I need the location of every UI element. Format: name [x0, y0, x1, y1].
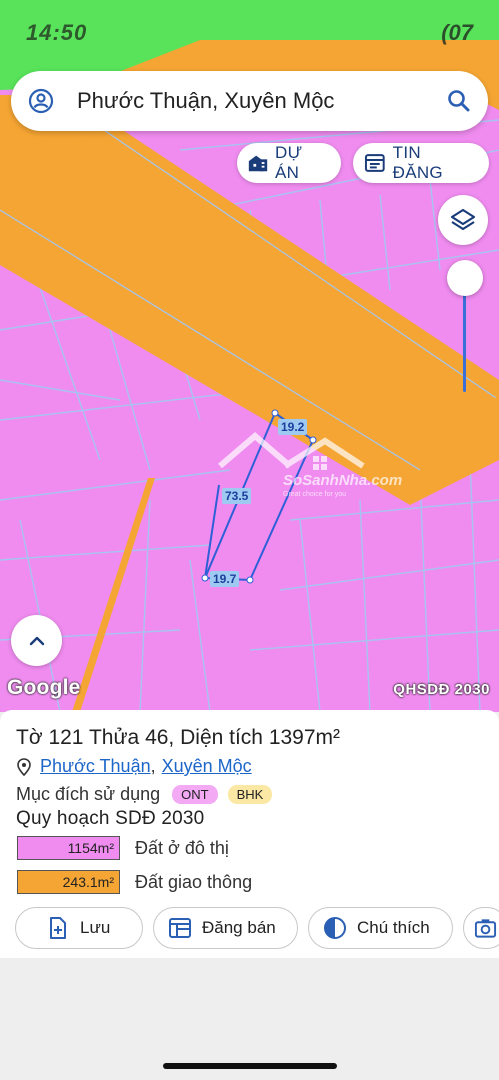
camera-icon	[474, 919, 497, 938]
save-label: Lưu	[80, 918, 111, 937]
plot-number: 46	[145, 726, 169, 749]
status-time: 14:50	[26, 20, 88, 45]
parcel-info-panel: Tờ 121 Thửa 46, Diện tích 1397m² Phước T…	[0, 710, 499, 958]
legend-area-box: 243.1m²	[17, 870, 120, 894]
plot-label: Thửa	[88, 726, 140, 749]
legend-label: Đất ở đô thị	[135, 837, 229, 858]
post-sale-button[interactable]: Đăng bán	[153, 907, 298, 949]
home-indicator[interactable]	[163, 1063, 337, 1069]
listing-chip-label: TIN ĐĂNG	[392, 143, 443, 182]
add-file-icon	[50, 917, 66, 939]
purpose-tag-ont: ONT	[172, 785, 218, 804]
legend-button[interactable]: Chú thích	[308, 907, 453, 949]
chevron-up-icon	[29, 636, 44, 645]
save-button[interactable]: Lưu	[15, 907, 143, 949]
area-value: 1397m²	[268, 726, 341, 749]
area-label: Diện tích	[180, 726, 263, 749]
sheet-label: Tờ	[16, 726, 43, 749]
opacity-slider-track[interactable]	[463, 290, 466, 392]
app-root: 14:50 (07 SoSanhNha.com Great choice for…	[0, 0, 499, 1080]
expand-up-button[interactable]	[11, 615, 62, 666]
map-view[interactable]: 14:50 (07 SoSanhNha.com Great choice for…	[0, 0, 499, 712]
google-logo: Google	[7, 676, 81, 699]
dimension-top: 19.2	[278, 419, 308, 435]
watermark-brand: SoSanhNha.com	[283, 472, 403, 489]
purpose-label: Mục đích sử dụng	[16, 784, 161, 804]
camera-button[interactable]	[463, 907, 499, 949]
purpose-tag-bhk: BHK	[227, 785, 273, 804]
sheet-number: 121	[48, 726, 84, 749]
legend-label: Chú thích	[357, 918, 430, 937]
search-bar[interactable]: Phước Thuận, Xuyên Mộc	[11, 71, 488, 131]
parcel-location: Phước Thuận, Xuyên Mộc	[16, 756, 252, 777]
parcel-title: Tờ 121 Thửa 46, Diện tích 1397m²	[16, 726, 341, 749]
dimension-left: 73.5	[222, 488, 252, 504]
legend-row-traffic: 243.1m² Đất giao thông	[17, 870, 252, 894]
ward-link[interactable]: Phước Thuận	[40, 756, 151, 777]
map-pin-icon	[17, 757, 31, 776]
district-link[interactable]: Xuyên Mộc	[162, 756, 252, 777]
map-layer-tag: QHSDĐ 2030	[393, 681, 490, 698]
legend-label: Đất giao thông	[135, 871, 253, 892]
opacity-slider-thumb[interactable]	[447, 260, 483, 296]
layers-icon	[450, 208, 476, 231]
dimension-bottom: 19.7	[210, 571, 240, 587]
legend-area-box: 1154m²	[17, 836, 120, 860]
search-input[interactable]: Phước Thuận, Xuyên Mộc	[77, 88, 446, 114]
contrast-icon	[324, 917, 346, 939]
search-icon[interactable]	[446, 88, 472, 114]
action-bar: Lưu Đăng bán Chú thích	[15, 907, 499, 949]
post-sale-label: Đăng bán	[202, 918, 276, 937]
watermark-slogan: Great choice for you	[283, 491, 347, 498]
project-filter-chip[interactable]: DỰ ÁN	[237, 143, 341, 183]
legend-row-residential: 1154m² Đất ở đô thị	[17, 836, 229, 860]
plan-title: Quy hoạch SDĐ 2030	[16, 808, 205, 829]
layers-button[interactable]	[438, 195, 488, 245]
listing-filter-chip[interactable]: TIN ĐĂNG	[353, 143, 489, 183]
user-location-icon[interactable]	[27, 87, 55, 115]
status-indicators: (07	[441, 20, 473, 45]
listing-form-icon	[169, 918, 191, 938]
land-use-purpose: Mục đích sử dụng ONT BHK	[16, 784, 273, 805]
building-icon	[248, 155, 268, 172]
project-chip-label: DỰ ÁN	[275, 143, 303, 182]
listing-icon	[364, 154, 385, 172]
